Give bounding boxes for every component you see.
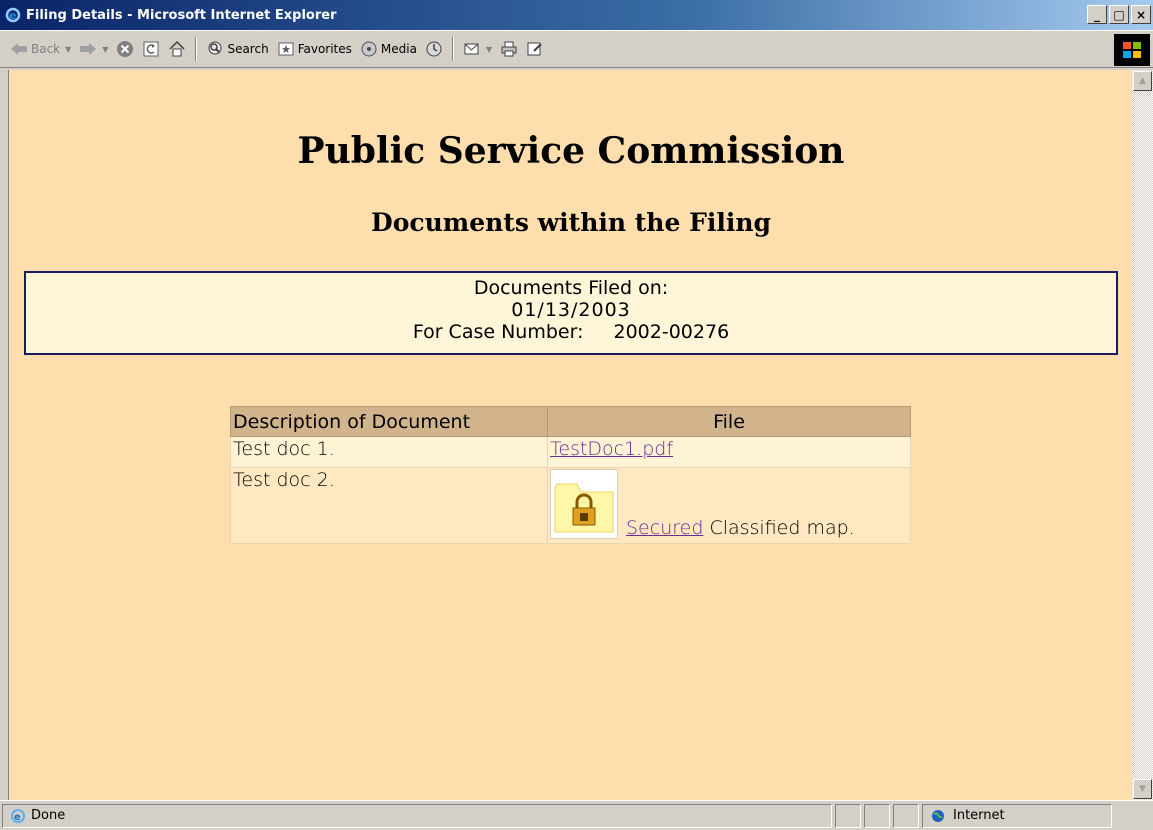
case-number-label: For Case Number:: [412, 321, 584, 343]
forward-arrow-icon: [79, 40, 97, 58]
browser-toolbar: Back ▼ ▼ Search Favorites Media ▼: [0, 30, 1153, 68]
forward-button[interactable]: ▼: [75, 36, 112, 62]
case-number-value: 2002-00276: [613, 321, 730, 343]
stop-button[interactable]: [112, 36, 138, 62]
table-row: Test doc 2. Secured Classified map.: [230, 467, 911, 544]
window-title: Filing Details - Microsoft Internet Expl…: [26, 7, 337, 23]
toolbar-separator: [195, 37, 198, 61]
document-file-cell: TestDoc1.pdf: [547, 436, 911, 468]
media-icon: [360, 40, 378, 58]
column-header-description: Description of Document: [230, 406, 548, 437]
page-subtitle: Documents within the Filing: [371, 208, 771, 237]
print-button[interactable]: [496, 36, 522, 62]
media-label: Media: [380, 42, 417, 56]
status-panel: [835, 803, 861, 828]
scroll-down-button[interactable]: ▼: [1133, 779, 1152, 799]
status-text: Done: [31, 808, 66, 823]
status-panel: [893, 803, 919, 828]
secured-text-group: Secured Classified map.: [626, 517, 855, 539]
status-panel: [864, 803, 890, 828]
security-zone-panel: Internet: [922, 803, 1112, 828]
back-arrow-icon: [10, 40, 28, 58]
filing-info-box: Documents Filed on: 01/13/2003 For Case …: [24, 271, 1118, 355]
edit-button[interactable]: [522, 36, 548, 62]
home-button[interactable]: [164, 36, 190, 62]
vertical-scrollbar[interactable]: ▲ ▼: [1132, 70, 1153, 800]
refresh-button[interactable]: [138, 36, 164, 62]
scroll-up-button[interactable]: ▲: [1133, 71, 1152, 91]
window-controls: _ □ ×: [1087, 5, 1151, 24]
favorites-star-icon: [277, 40, 295, 58]
page-title: Public Service Commission: [297, 130, 845, 172]
media-button[interactable]: Media: [356, 36, 421, 62]
table-row: Test doc 1. TestDoc1.pdf: [230, 436, 911, 468]
printer-icon: [500, 40, 518, 58]
mail-dropdown-icon[interactable]: ▼: [486, 45, 492, 54]
case-number-line: For Case Number: 2002-00276: [26, 321, 1116, 343]
page-viewport: Public Service Commission Documents with…: [8, 70, 1132, 800]
search-icon: [206, 40, 224, 58]
column-header-file: File: [547, 406, 911, 437]
file-link-testdoc1[interactable]: TestDoc1.pdf: [550, 438, 673, 460]
refresh-icon: [142, 40, 160, 58]
mail-button[interactable]: ▼: [459, 36, 496, 62]
stop-icon: [116, 40, 134, 58]
favorites-label: Favorites: [297, 42, 352, 56]
maximize-button[interactable]: □: [1109, 5, 1129, 24]
forward-dropdown-icon[interactable]: ▼: [102, 45, 108, 54]
back-button[interactable]: Back ▼: [6, 36, 75, 62]
document-description: Test doc 1.: [230, 436, 548, 468]
history-icon: [425, 40, 443, 58]
filed-on-label: Documents Filed on:: [473, 277, 669, 299]
favorites-button[interactable]: Favorites: [273, 36, 356, 62]
security-zone-label: Internet: [953, 808, 1005, 823]
svg-text:e: e: [14, 812, 21, 823]
internet-globe-icon: [929, 807, 947, 825]
status-bar: e Done Internet: [0, 800, 1153, 830]
document-description: Test doc 2.: [230, 467, 548, 544]
title-bar: e Filing Details - Microsoft Internet Ex…: [0, 0, 1153, 30]
secured-note: Classified map.: [709, 517, 855, 539]
document-file-cell: Secured Classified map.: [547, 467, 911, 544]
filed-on-date: 01/13/2003: [511, 299, 631, 321]
back-label: Back: [31, 42, 61, 56]
mail-icon: [463, 40, 481, 58]
edit-icon: [526, 40, 544, 58]
windows-logo-icon: [1114, 34, 1150, 66]
search-button[interactable]: Search: [202, 36, 272, 62]
svg-text:e: e: [9, 9, 16, 22]
table-header-row: Description of Document File: [230, 406, 911, 437]
ie-page-icon: e: [9, 807, 27, 825]
history-button[interactable]: [421, 36, 447, 62]
search-label: Search: [227, 42, 269, 56]
back-dropdown-icon[interactable]: ▼: [65, 45, 71, 54]
close-button[interactable]: ×: [1131, 5, 1151, 24]
minimize-button[interactable]: _: [1087, 5, 1107, 24]
documents-table: Description of Document File Test doc 1.…: [230, 406, 911, 544]
home-icon: [168, 40, 186, 58]
status-main-panel: e Done: [2, 803, 832, 828]
secured-link[interactable]: Secured: [626, 517, 703, 539]
toolbar-separator: [451, 37, 454, 61]
ie-logo-icon: e: [4, 6, 22, 24]
secured-folder-lock-icon: [550, 469, 618, 539]
